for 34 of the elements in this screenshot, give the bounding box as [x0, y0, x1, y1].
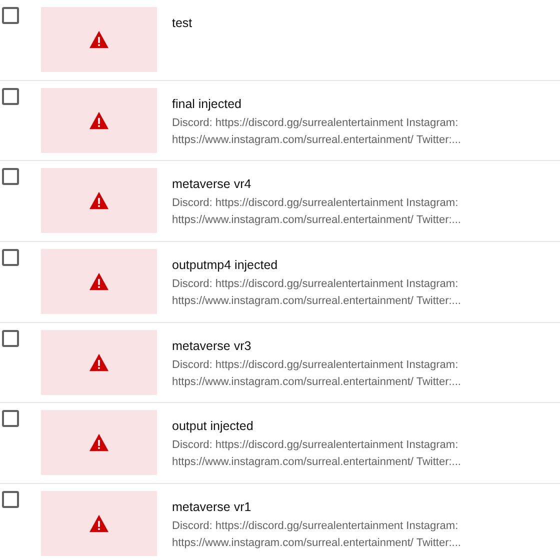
warning-icon [88, 191, 110, 210]
video-description: Discord: https://discord.gg/surrealentertainment Instagram: https://www.instagram.com/surreal.entertainment/ Twitter:... [172, 358, 462, 390]
warning-icon [88, 433, 110, 452]
video-description: Discord: https://discord.gg/surrealentertainment Instagram: https://www.instagram.com/surreal.entertainment/ Twitter:... [172, 519, 462, 552]
checkbox[interactable] [2, 410, 19, 428]
video-title[interactable]: output injected [172, 418, 500, 434]
thumbnail-placeholder[interactable] [41, 330, 157, 395]
video-description: Discord: https://discord.gg/surrealentertainment Instagram: https://www.instagram.com/surreal.entertainment/ Twitter:... [172, 116, 462, 148]
checkbox[interactable] [2, 168, 19, 186]
video-title[interactable]: final injected [172, 96, 500, 112]
video-title[interactable]: metaverse vr1 [172, 499, 500, 516]
checkbox[interactable] [2, 7, 19, 24]
checkbox[interactable] [2, 249, 19, 266]
warning-icon [88, 30, 110, 49]
checkbox[interactable] [2, 491, 19, 508]
checkbox[interactable] [2, 330, 19, 347]
video-description: Discord: https://discord.gg/surrealentertainment Instagram: https://www.instagram.com/surreal.entertainment/ Twitter:... [172, 196, 462, 228]
thumbnail-placeholder[interactable] [41, 7, 157, 72]
warning-icon [88, 352, 110, 372]
checkbox[interactable] [2, 88, 19, 105]
thumbnail-placeholder[interactable] [41, 168, 157, 234]
thumbnail-placeholder[interactable] [41, 410, 157, 476]
video-title[interactable]: test [172, 15, 192, 31]
warning-icon [88, 514, 110, 534]
video-description: Discord: https://discord.gg/surrealentertainment Instagram: https://www.instagram.com/surreal.entertainment/ Twitter:... [172, 438, 462, 470]
video-description: Discord: https://discord.gg/surrealentertainment Instagram: https://www.instagram.com/surreal.entertainment/ Twitter:... [172, 277, 462, 310]
thumbnail-placeholder[interactable] [41, 491, 157, 556]
video-title[interactable]: outputmp4 injected [172, 257, 500, 274]
video-title[interactable]: metaverse vr3 [172, 338, 500, 354]
warning-icon [88, 110, 110, 130]
video-title[interactable]: metaverse vr4 [172, 176, 500, 192]
thumbnail-placeholder[interactable] [41, 249, 157, 314]
thumbnail-placeholder[interactable] [41, 88, 157, 153]
warning-icon [88, 272, 110, 292]
